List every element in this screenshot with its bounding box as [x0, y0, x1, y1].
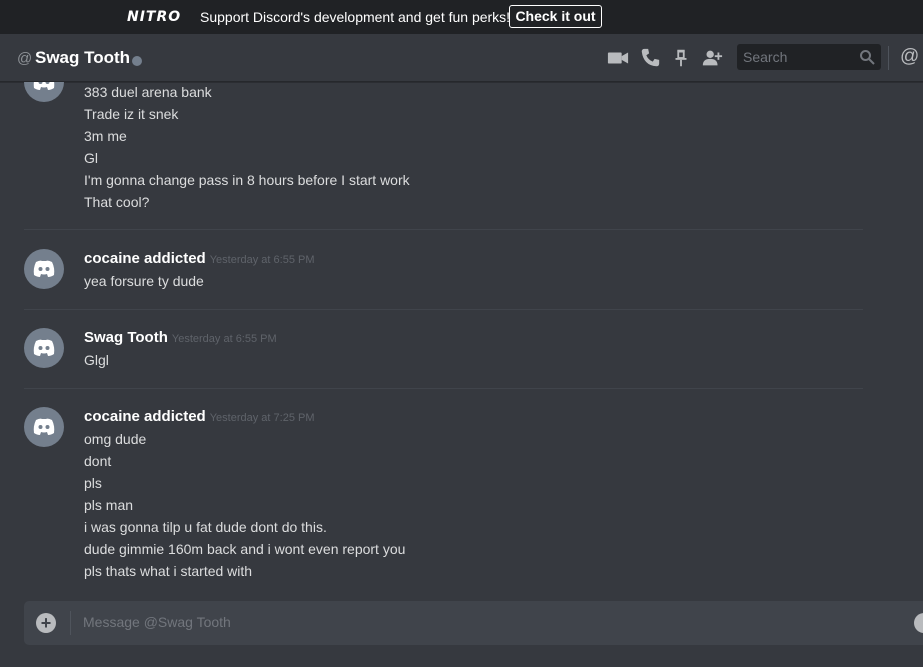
nitro-banner: NITRO Support Discord's development and … — [0, 0, 923, 34]
message-line: pls — [84, 475, 102, 491]
author-name[interactable]: cocaine addicted — [84, 250, 206, 267]
message-line: 3m me — [84, 128, 127, 144]
nitro-logo: NITRO — [127, 9, 182, 25]
search-icon — [860, 50, 875, 65]
message-author[interactable]: cocaine addicted Yesterday at 7:25 PM — [84, 408, 315, 425]
avatar[interactable] — [24, 328, 64, 368]
discord-icon — [33, 260, 55, 277]
message-line: i was gonna tilp u fat dude dont do this… — [84, 519, 327, 535]
message-line: dude gimmie 160m back and i wont even re… — [84, 541, 406, 557]
avatar[interactable] — [24, 82, 64, 102]
search-placeholder: Search — [743, 49, 788, 65]
avatar[interactable] — [24, 407, 64, 447]
emoji-picker-icon[interactable] — [914, 613, 923, 633]
avatar[interactable] — [24, 249, 64, 289]
message-line: yea forsure ty dude — [84, 273, 204, 289]
banner-text: Support Discord's development and get fu… — [200, 9, 511, 25]
message-placeholder: Message @Swag Tooth — [83, 614, 231, 630]
message-line: Trade iz it snek — [84, 106, 179, 122]
input-divider — [70, 611, 71, 635]
message-line: Glgl — [84, 352, 109, 368]
message-line: pls thats what i started with — [84, 563, 253, 579]
add-friend-icon[interactable] — [701, 47, 723, 69]
message-timestamp: Yesterday at 6:55 PM — [209, 254, 315, 266]
search-input[interactable]: Search — [737, 44, 881, 70]
check-it-out-button[interactable]: Check it out — [509, 5, 602, 28]
discord-icon — [33, 418, 55, 435]
message-divider — [24, 388, 863, 389]
message-line: I'm gonna change pass in 8 hours before … — [84, 172, 410, 188]
message-line: dont — [84, 453, 112, 469]
voice-call-icon[interactable] — [639, 47, 661, 69]
mentions-icon[interactable]: @ — [900, 46, 919, 68]
author-name[interactable]: Swag Tooth — [84, 329, 168, 346]
message-divider — [24, 309, 863, 310]
channel-header: @ Swag Tooth Search @ — [0, 34, 923, 82]
header-divider — [888, 46, 889, 70]
status-indicator — [132, 56, 142, 66]
message-list: 383 duel arena bank Trade iz it snek 3m … — [0, 82, 923, 582]
video-call-icon[interactable] — [607, 47, 629, 69]
message-input[interactable]: + Message @Swag Tooth — [24, 601, 923, 645]
message-divider — [24, 229, 863, 230]
author-name[interactable]: cocaine addicted — [84, 408, 206, 425]
upload-plus-icon[interactable]: + — [36, 613, 56, 633]
message-line: omg dude — [84, 431, 147, 447]
message-timestamp: Yesterday at 6:55 PM — [171, 333, 277, 345]
message-line: pls man — [84, 497, 134, 513]
at-icon: @ — [17, 50, 33, 67]
message-line: That cool? — [84, 194, 150, 210]
message-timestamp: Yesterday at 7:25 PM — [209, 412, 315, 424]
message-line: 383 duel arena bank — [84, 84, 212, 100]
page-title: Swag Tooth — [35, 48, 131, 67]
message-author[interactable]: cocaine addicted Yesterday at 6:55 PM — [84, 250, 315, 267]
discord-icon — [33, 339, 55, 356]
message-line: Gl — [84, 150, 98, 166]
pin-icon[interactable] — [670, 47, 692, 69]
discord-icon — [33, 82, 55, 90]
message-author[interactable]: Swag Tooth Yesterday at 6:55 PM — [84, 329, 277, 346]
